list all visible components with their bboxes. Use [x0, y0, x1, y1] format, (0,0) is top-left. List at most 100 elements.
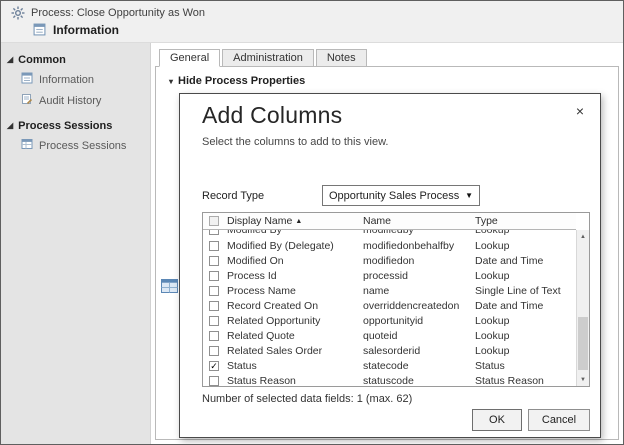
- table-scrollbar[interactable]: ▲ ▼: [576, 230, 589, 386]
- header-type[interactable]: Type: [475, 215, 576, 227]
- dialog-title: Add Columns: [202, 102, 342, 129]
- scroll-up-icon[interactable]: ▲: [577, 230, 589, 243]
- cell-display-name: Process Name: [225, 285, 363, 297]
- table-row[interactable]: Modified By (Delegate) modifiedonbehalfb…: [203, 238, 576, 253]
- add-columns-dialog: Add Columns × Select the columns to add …: [179, 93, 601, 438]
- selected-count-note: Number of selected data fields: 1 (max. …: [202, 393, 412, 405]
- cell-name: modifiedby: [363, 230, 475, 236]
- cell-type: Lookup: [475, 345, 576, 357]
- cell-display-name: Status Reason: [225, 375, 363, 387]
- row-checkbox[interactable]: [209, 301, 219, 311]
- record-type-label: Record Type: [202, 190, 264, 202]
- cell-display-name: Modified On: [225, 255, 363, 267]
- sidebar: ◢ Common Information Audit Histo: [1, 43, 151, 444]
- collapse-arrow-icon: ▾: [169, 77, 173, 86]
- sort-ascending-icon: ▲: [295, 218, 302, 225]
- header-display-name[interactable]: Display Name ▲: [225, 215, 363, 227]
- cell-display-name: Status: [225, 360, 363, 372]
- record-type-value: Opportunity Sales Process: [329, 190, 459, 202]
- cell-name: modifiedon: [363, 255, 475, 267]
- cell-display-name: Modified By (Delegate): [225, 240, 363, 252]
- header-checkbox: [209, 216, 219, 226]
- audit-history-icon: [21, 93, 33, 108]
- tab-strip: General Administration Notes: [159, 49, 367, 67]
- sidebar-item-process-sessions[interactable]: Process Sessions: [1, 135, 150, 156]
- table-row[interactable]: Record Created On overriddencreatedon Da…: [203, 298, 576, 313]
- row-checkbox[interactable]: ✓: [209, 361, 219, 371]
- cell-display-name: Related Sales Order: [225, 345, 363, 357]
- row-checkbox[interactable]: [209, 376, 219, 386]
- row-checkbox[interactable]: [209, 331, 219, 341]
- sidebar-group-label: Process Sessions: [18, 120, 112, 132]
- process-sessions-grid-icon: [21, 138, 33, 153]
- window-titlebar: Process: Close Opportunity as Won Inform…: [1, 1, 623, 43]
- header-label: Display Name: [227, 215, 292, 227]
- cell-type: Lookup: [475, 330, 576, 342]
- scroll-down-icon[interactable]: ▼: [577, 373, 589, 386]
- row-checkbox[interactable]: [209, 256, 219, 266]
- cell-type: Lookup: [475, 230, 576, 236]
- row-checkbox[interactable]: [209, 286, 219, 296]
- sidebar-group-common[interactable]: ◢ Common: [1, 51, 150, 69]
- scrollbar-thumb[interactable]: [578, 317, 588, 370]
- tab-notes[interactable]: Notes: [316, 49, 367, 67]
- table-row[interactable]: Process Name name Single Line of Text: [203, 283, 576, 298]
- cell-name: opportunityid: [363, 315, 475, 327]
- expander-icon: ◢: [7, 122, 13, 130]
- sidebar-group-label: Common: [18, 54, 66, 66]
- header-name[interactable]: Name: [363, 215, 475, 227]
- row-checkbox[interactable]: [209, 316, 219, 326]
- cell-type: Lookup: [475, 240, 576, 252]
- information-form-icon: [33, 23, 46, 41]
- expander-icon: ◢: [7, 56, 13, 64]
- table-row[interactable]: Related Sales Order salesorderid Lookup: [203, 343, 576, 358]
- cell-type: Lookup: [475, 270, 576, 282]
- row-checkbox[interactable]: [209, 241, 219, 251]
- table-row[interactable]: Related Opportunity opportunityid Lookup: [203, 313, 576, 328]
- table-rows: Modified By modifiedby Lookup Modified B…: [203, 230, 576, 386]
- cell-name: salesorderid: [363, 345, 475, 357]
- table-row[interactable]: Status Reason statuscode Status Reason: [203, 373, 576, 386]
- cell-display-name: Related Opportunity: [225, 315, 363, 327]
- cancel-button[interactable]: Cancel: [528, 409, 590, 431]
- app-window: Process: Close Opportunity as Won Inform…: [0, 0, 624, 445]
- sidebar-item-label: Audit History: [39, 95, 101, 107]
- table-row[interactable]: Related Quote quoteid Lookup: [203, 328, 576, 343]
- close-icon[interactable]: ×: [576, 104, 584, 118]
- row-checkbox[interactable]: [209, 346, 219, 356]
- cell-type: Status Reason: [475, 375, 576, 387]
- cell-name: processid: [363, 270, 475, 282]
- columns-table: Display Name ▲ Name Type Modified By mod…: [202, 212, 590, 387]
- cell-display-name: Related Quote: [225, 330, 363, 342]
- table-row[interactable]: Modified On modifiedon Date and Time: [203, 253, 576, 268]
- process-properties-label: Hide Process Properties: [178, 75, 305, 87]
- table-row-partial[interactable]: Modified By modifiedby Lookup: [203, 230, 576, 238]
- cell-type: Status: [475, 360, 576, 372]
- cell-name: statuscode: [363, 375, 475, 387]
- cell-display-name: Process Id: [225, 270, 363, 282]
- sidebar-item-information[interactable]: Information: [1, 69, 150, 90]
- table-row[interactable]: Process Id processid Lookup: [203, 268, 576, 283]
- tab-administration[interactable]: Administration: [222, 49, 314, 67]
- information-form-icon: [21, 72, 33, 87]
- sidebar-item-audit-history[interactable]: Audit History: [1, 90, 150, 111]
- process-gear-icon: [11, 6, 25, 25]
- row-checkbox[interactable]: [209, 230, 219, 235]
- cell-type: Lookup: [475, 315, 576, 327]
- cell-type: Date and Time: [475, 300, 576, 312]
- row-checkbox[interactable]: [209, 271, 219, 281]
- cell-display-name: Modified By: [225, 230, 363, 236]
- cell-name: name: [363, 285, 475, 297]
- cell-name: statecode: [363, 360, 475, 372]
- cell-type: Single Line of Text: [475, 285, 576, 297]
- columns-table-header: Display Name ▲ Name Type: [203, 213, 576, 230]
- tab-general[interactable]: General: [159, 49, 220, 67]
- sidebar-item-label: Information: [39, 74, 94, 86]
- ok-button[interactable]: OK: [472, 409, 522, 431]
- process-properties-toggle[interactable]: ▾ Hide Process Properties: [169, 75, 305, 87]
- sidebar-group-process-sessions[interactable]: ◢ Process Sessions: [1, 117, 150, 135]
- cell-type: Date and Time: [475, 255, 576, 267]
- chevron-down-icon: ▼: [465, 191, 473, 200]
- record-type-select[interactable]: Opportunity Sales Process ▼: [322, 185, 480, 206]
- table-row[interactable]: ✓ Status statecode Status: [203, 358, 576, 373]
